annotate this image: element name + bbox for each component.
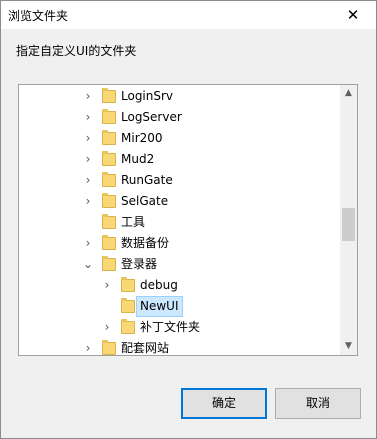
window-title: 浏览文件夹 [8,9,69,23]
collapse-arrow-icon[interactable]: ⌄ [82,254,94,275]
tree-item-selgate[interactable]: › SelGate [19,191,341,212]
folder-icon [121,319,135,334]
expand-arrow-icon[interactable]: › [82,170,94,191]
expand-arrow-icon[interactable]: › [82,86,94,107]
scroll-down-icon[interactable]: ▼ [340,338,357,355]
tree-item-website[interactable]: › 配套网站 [19,338,341,355]
tree-item-label: NewUI [136,296,183,317]
expand-arrow-icon[interactable]: › [82,338,94,355]
expand-arrow-icon[interactable]: › [82,107,94,128]
browse-folder-dialog: 浏览文件夹 ✕ 指定自定义UI的文件夹 › LoginSrv › LogServ… [0,0,377,439]
cancel-button[interactable]: 取消 [275,388,361,419]
expand-arrow-icon[interactable]: › [82,128,94,149]
tree-item-logserver[interactable]: › LogServer [19,107,341,128]
tree-item-tools[interactable]: 工具 [19,212,341,233]
tree-item-label: Mir200 [121,131,163,145]
tree-item-label: debug [140,278,178,292]
folder-icon [102,130,116,145]
expand-arrow-icon[interactable]: › [101,275,113,296]
vertical-scrollbar[interactable]: ▲ ▼ [340,85,357,355]
tree-item-label: 登录器 [121,257,158,271]
tree-item-mud2[interactable]: › Mud2 [19,149,341,170]
folder-icon [102,172,116,187]
folder-icon [102,235,116,250]
tree-item-label: 数据备份 [121,236,170,250]
folder-icon [102,256,116,271]
tree-item-launcher[interactable]: ⌄ 登录器 [19,254,341,275]
tree-item-label: RunGate [121,173,173,187]
tree-item-label: LoginSrv [121,89,174,103]
tree-item-label: SelGate [121,194,169,208]
scroll-up-icon[interactable]: ▲ [340,85,357,102]
tree-item-label: 工具 [121,215,146,229]
tree-item-label: Mud2 [121,152,155,166]
tree-item-rungate[interactable]: › RunGate [19,170,341,191]
expand-arrow-icon[interactable]: › [82,191,94,212]
tree-item-label: 配套网站 [121,341,170,355]
folder-icon [102,214,116,229]
scroll-thumb[interactable] [342,208,355,241]
folder-icon [102,109,116,124]
tree-item-newui[interactable]: NewUI [19,296,341,317]
folder-icon [121,298,135,313]
folder-icon [102,151,116,166]
tree-item-loginsrv[interactable]: › LoginSrv [19,86,341,107]
tree-item-label: LogServer [121,110,182,124]
folder-icon [102,340,116,355]
expand-arrow-icon[interactable]: › [82,149,94,170]
tree-item-mir200[interactable]: › Mir200 [19,128,341,149]
tree-item-label: 补丁文件夹 [140,320,201,334]
folder-icon [102,193,116,208]
instruction-text: 指定自定义UI的文件夹 [16,44,137,58]
folder-tree[interactable]: › LoginSrv › LogServer › Mir200 › Mud2 › [18,84,358,356]
folder-icon [102,88,116,103]
expand-arrow-icon[interactable]: › [101,317,113,338]
close-button[interactable]: ✕ [330,1,376,29]
ok-button[interactable]: 确定 [181,388,267,419]
tree-item-debug[interactable]: › debug [19,275,341,296]
tree-item-patch-folder[interactable]: › 补丁文件夹 [19,317,341,338]
folder-icon [121,277,135,292]
expand-arrow-icon[interactable]: › [82,233,94,254]
title-bar: 浏览文件夹 ✕ [1,1,376,29]
tree-item-data-backup[interactable]: › 数据备份 [19,233,341,254]
